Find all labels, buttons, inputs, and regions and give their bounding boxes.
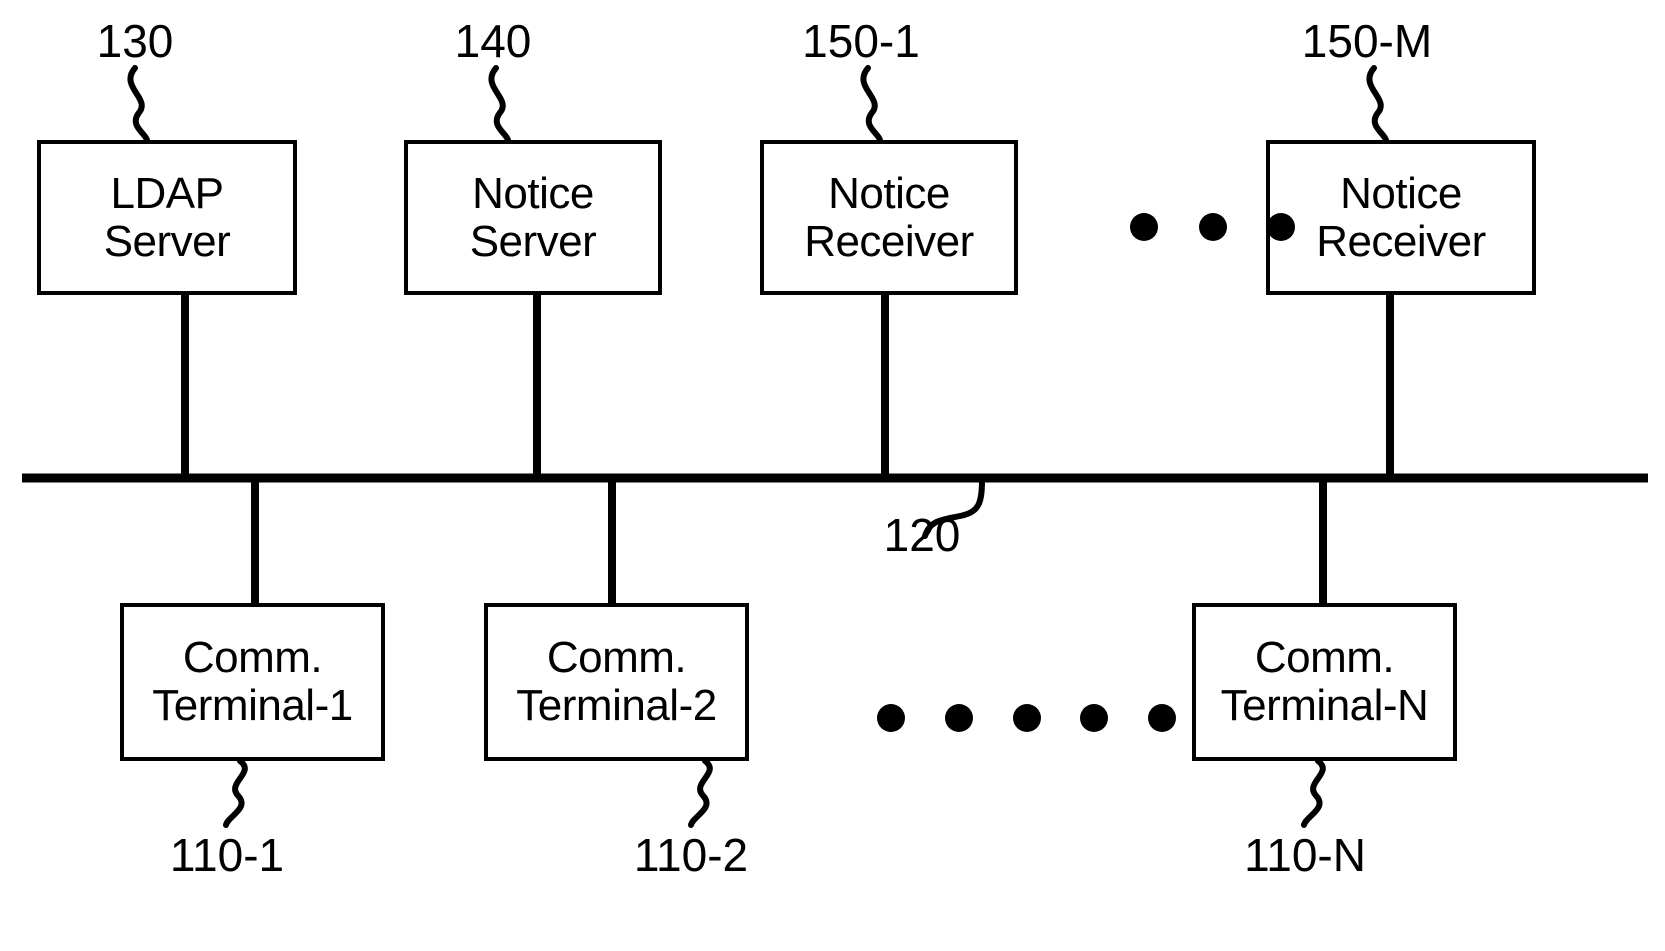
leader-110-n [1301, 758, 1326, 828]
ref-numeral-150-m: 150-M [1301, 15, 1433, 67]
leader-130 [127, 65, 150, 143]
node-comm-terminal-n[interactable]: Comm. Terminal-N [1192, 603, 1457, 761]
node-label-line1: Comm. [1254, 633, 1395, 683]
node-label-line2: Terminal-N [1220, 681, 1429, 730]
ref-numeral-150-1: 150-1 [802, 15, 920, 67]
node-ldap-server[interactable]: LDAP Server [37, 140, 297, 295]
ref-numeral-140: 140 [454, 15, 532, 67]
ellipsis-dot [877, 704, 905, 732]
ellipsis-dot [1080, 704, 1108, 732]
node-label-line2: Server [469, 216, 597, 266]
node-label-line1: Notice [1340, 168, 1462, 218]
connector-wires [181, 295, 1394, 603]
node-comm-terminal-2[interactable]: Comm. Terminal-2 [484, 603, 749, 761]
leader-110-1 [223, 758, 248, 828]
node-label-line1: Notice [472, 168, 594, 218]
node-comm-terminal-1[interactable]: Comm. Terminal-1 [120, 603, 385, 761]
ellipsis-dot [1148, 704, 1176, 732]
ellipsis-dot [1199, 213, 1227, 241]
ellipsis-dot [1130, 213, 1158, 241]
ellipsis-dot [1013, 704, 1041, 732]
node-notice-server[interactable]: Notice Server [404, 140, 662, 295]
patent-figure: LDAP Server Notice Server Notice Receive… [0, 0, 1665, 951]
ref-numeral-110-1: 110-1 [169, 829, 285, 881]
leader-140 [488, 65, 511, 143]
node-label-line1: Comm. [546, 633, 687, 683]
node-label-line2: Server [103, 216, 231, 266]
node-notice-receiver-1[interactable]: Notice Receiver [760, 140, 1018, 295]
ref-numeral-130: 130 [96, 15, 174, 67]
leader-110-2 [688, 758, 713, 828]
node-label-line2: Receiver [804, 216, 974, 266]
leader-150-m [1366, 65, 1389, 143]
node-label-line1: Notice [828, 168, 950, 218]
node-label-line2: Terminal-2 [516, 681, 717, 730]
node-label-line1: LDAP [110, 168, 224, 218]
node-label-line1: Comm. [182, 633, 323, 683]
ref-numeral-110-n: 110-N [1244, 829, 1366, 881]
node-label-line2: Terminal-1 [152, 681, 353, 730]
leader-150-1 [860, 65, 883, 143]
ellipsis-dot [945, 704, 973, 732]
ref-numeral-120: 120 [883, 509, 961, 561]
ellipsis-dot [1267, 213, 1295, 241]
ref-numeral-110-2: 110-2 [633, 829, 749, 881]
node-label-line2: Receiver [1316, 216, 1486, 266]
node-notice-receiver-m[interactable]: Notice Receiver [1266, 140, 1536, 295]
